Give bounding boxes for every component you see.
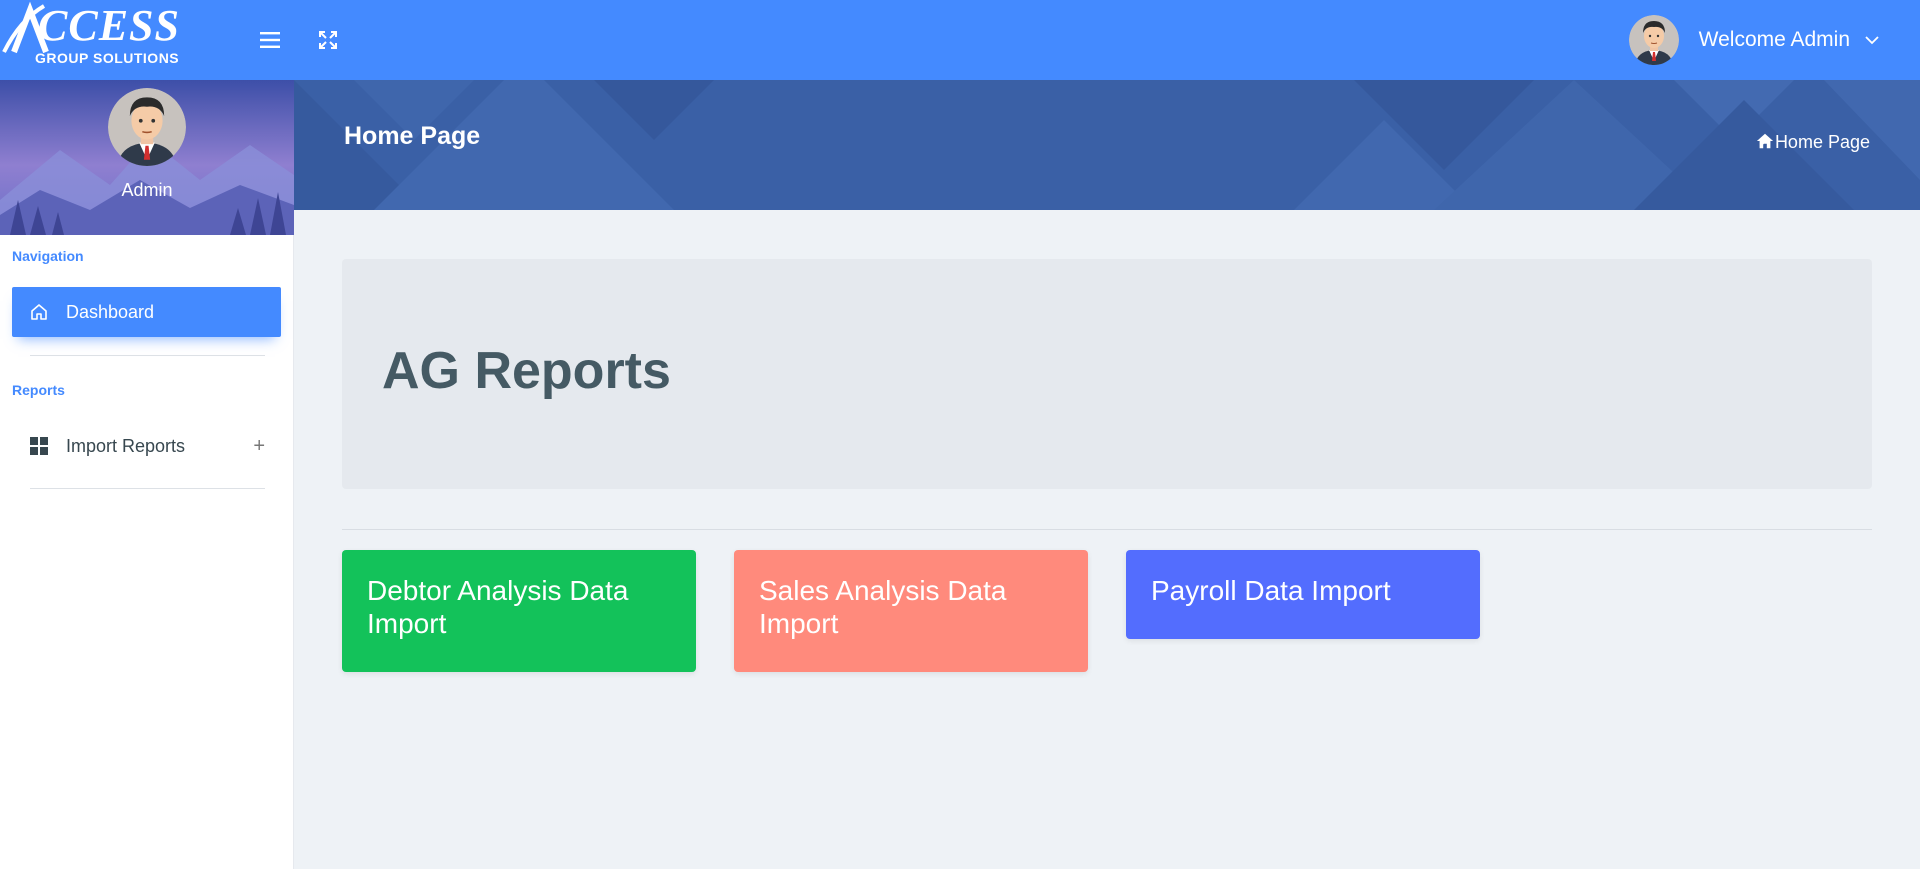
sidebar-item-dashboard[interactable]: Dashboard	[12, 287, 281, 337]
sales-analysis-import-tile[interactable]: Sales Analysis Data Import	[734, 550, 1088, 672]
sidebar-profile: Admin	[0, 80, 294, 235]
home-icon	[28, 301, 50, 323]
profile-name: Admin	[121, 180, 173, 200]
page-title: Home Page	[344, 122, 481, 150]
logo-subtext: GROUP SOLUTIONS	[35, 50, 180, 66]
chevron-down-icon	[1865, 36, 1879, 45]
menu-toggle-button[interactable]	[250, 20, 290, 60]
main-heading: AG Reports	[382, 342, 671, 400]
nav-caption-navigation: Navigation	[12, 248, 84, 264]
breadcrumb-item[interactable]: Home Page	[1775, 132, 1870, 153]
user-menu[interactable]: Welcome Admin	[1628, 12, 1880, 68]
company-logo[interactable]: CCESS GROUP SOLUTIONS	[0, 0, 190, 80]
nav-caption-reports: Reports	[12, 382, 65, 398]
expand-plus-icon[interactable]: +	[253, 435, 265, 458]
divider	[342, 529, 1872, 530]
hamburger-icon	[260, 32, 280, 48]
sidebar-item-label: Dashboard	[66, 301, 155, 322]
divider	[30, 355, 265, 356]
grid-icon	[28, 435, 50, 457]
avatar	[1628, 15, 1679, 65]
breadcrumb: › Home Page	[1756, 132, 1870, 153]
expand-icon	[319, 31, 337, 49]
divider	[30, 488, 265, 489]
fullscreen-button[interactable]	[308, 20, 348, 60]
debtor-analysis-import-tile[interactable]: Debtor Analysis Data Import	[342, 550, 696, 672]
header-pattern	[294, 80, 1920, 210]
top-header: CCESS GROUP SOLUTIONS Welcome Admin	[0, 0, 1920, 80]
sidebar-item-import-reports[interactable]: Import Reports +	[12, 421, 281, 471]
home-icon[interactable]	[1756, 132, 1774, 150]
jumbotron: AG Reports	[342, 259, 1872, 489]
sidebar: Admin Navigation Dashboard Reports Impor…	[0, 80, 294, 869]
logo-text: CCESS	[38, 1, 180, 50]
page-header: Home Page › Home Page	[294, 80, 1920, 210]
payroll-import-tile[interactable]: Payroll Data Import	[1126, 550, 1480, 639]
profile-avatar	[108, 88, 186, 166]
welcome-text: Welcome Admin	[1698, 28, 1850, 51]
sidebar-item-label: Import Reports	[66, 435, 186, 456]
